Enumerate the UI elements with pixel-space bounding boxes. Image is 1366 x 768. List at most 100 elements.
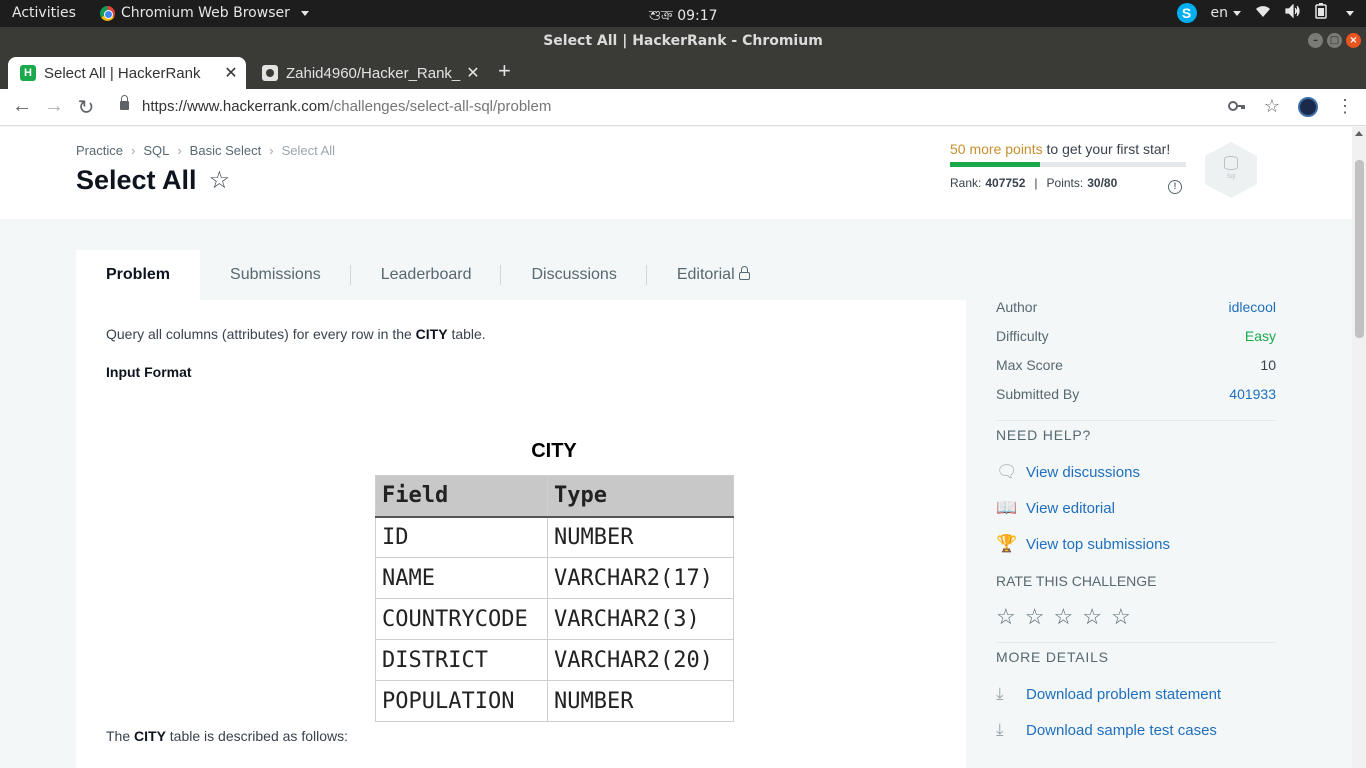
table-row: POPULATION NUMBER (375, 680, 734, 722)
browser-tab-hackerrank[interactable]: H Select All | HackerRank ✕ (8, 57, 246, 89)
city-table-title: CITY (531, 440, 577, 462)
view-top-submissions-link[interactable]: 🏆 View top submissions (996, 526, 1276, 562)
more-details-heading: MORE DETAILS (996, 642, 1276, 676)
scrollbar-thumb[interactable] (1355, 160, 1364, 338)
new-tab-plus-icon[interactable]: + (498, 60, 511, 82)
language-indicator[interactable]: en (1211, 5, 1241, 21)
maximize-icon[interactable]: □ (1327, 33, 1342, 48)
detail-difficulty: Difficulty Easy (996, 328, 1276, 357)
bookmark-star-icon[interactable]: ☆ (1264, 96, 1280, 117)
skype-icon[interactable]: S (1176, 3, 1197, 23)
rating-star-icon[interactable]: ☆ (1053, 604, 1073, 630)
rank-label: Rank: (950, 176, 982, 190)
lock-icon (738, 266, 750, 280)
submitted-by-link[interactable]: 401933 (1229, 386, 1276, 415)
download-sample-test-cases-link[interactable]: ⤓ Download sample test cases (996, 712, 1276, 748)
system-menu-chevron-icon[interactable] (1346, 10, 1354, 16)
clock[interactable]: শুক্র 09:17 (649, 4, 718, 28)
breadcrumb-basic-select[interactable]: Basic Select (190, 143, 262, 158)
wifi-icon[interactable] (1255, 4, 1271, 22)
breadcrumb-sql[interactable]: SQL (143, 143, 169, 158)
sql-badge[interactable]: Sql (1205, 142, 1257, 198)
progress-bar (950, 162, 1186, 167)
download-label: Download problem statement (1026, 685, 1222, 703)
intro-table-name: CITY (415, 326, 448, 342)
field-cell: NAME (375, 557, 548, 599)
detail-max-score: Max Score 10 (996, 357, 1276, 386)
battery-icon[interactable] (1315, 3, 1327, 23)
system-tray[interactable]: S en (1176, 3, 1354, 23)
points-needed: 50 more points (950, 141, 1043, 157)
forward-arrow-icon[interactable]: → (42, 95, 66, 118)
download-icon: ⤓ (996, 720, 1004, 739)
system-top-bar: Activities Chromium Web Browser শুক্র 09… (0, 0, 1366, 27)
menu-kebab-icon[interactable]: ⋮ (1336, 96, 1354, 117)
tab-editorial[interactable]: Editorial (647, 250, 780, 300)
rating-star-icon[interactable]: ☆ (1111, 604, 1131, 630)
field-cell: ID (375, 516, 548, 558)
table-description: The CITY table is described as follows: (106, 728, 348, 744)
key-icon[interactable] (1227, 96, 1246, 117)
lock-icon[interactable] (120, 95, 129, 110)
chevron-right-icon: › (130, 143, 136, 158)
address-bar[interactable]: https://www.hackerrank.com/challenges/se… (142, 98, 551, 115)
profile-avatar[interactable] (1298, 96, 1318, 117)
close-tab-icon[interactable]: ✕ (220, 63, 242, 83)
need-help-heading: NEED HELP? (996, 420, 1276, 454)
view-editorial-link[interactable]: 📖 View editorial (996, 490, 1276, 526)
back-arrow-icon[interactable]: ← (10, 95, 34, 118)
badge-label: Sql (1226, 174, 1236, 180)
app-menu[interactable]: Chromium Web Browser (100, 5, 309, 21)
minimize-icon[interactable]: – (1308, 33, 1323, 48)
rating-star-icon[interactable]: ☆ (996, 604, 1016, 630)
type-cell: VARCHAR2(17) (547, 557, 734, 599)
volume-icon[interactable] (1285, 3, 1301, 22)
activities-button[interactable]: Activities (12, 5, 76, 21)
challenge-tabs: Problem Submissions Leaderboard Discussi… (76, 250, 780, 300)
progress-bar-fill (950, 162, 1040, 167)
view-discussions-link[interactable]: 🗨 View discussions (996, 454, 1276, 490)
bookmark-star-icon[interactable]: ☆ (209, 166, 231, 195)
tab-discussions[interactable]: Discussions (501, 250, 648, 300)
challenge-header: Practice › SQL › Basic Select › Select A… (0, 127, 1352, 219)
desc-pre: The (106, 728, 135, 744)
table-row: ID NUMBER (375, 516, 734, 558)
desc-table-name: CITY (134, 728, 166, 744)
author-link[interactable]: idlecool (1229, 299, 1276, 328)
chevron-down-icon (300, 10, 309, 16)
window-controls: – □ × (1308, 33, 1361, 48)
points-value: 30/80 (1087, 176, 1118, 190)
book-icon: 📖 (996, 498, 1018, 517)
breadcrumb-current: Select All (281, 143, 336, 158)
input-format-heading: Input Format (106, 364, 192, 380)
page-scrollbar[interactable] (1352, 127, 1366, 768)
github-favicon-icon (262, 65, 278, 81)
table-row: DISTRICT VARCHAR2(20) (375, 639, 734, 681)
column-header-type: Type (547, 475, 734, 518)
reload-icon[interactable]: ↻ (74, 95, 98, 120)
chat-icon: 🗨 (996, 462, 1018, 481)
browser-tab-strip: H Select All | HackerRank ✕ Zahid4960/Ha… (0, 55, 1366, 89)
info-icon[interactable]: ! (1168, 180, 1182, 194)
type-cell: VARCHAR2(3) (547, 598, 734, 640)
chevron-right-icon: › (177, 143, 182, 158)
tab-submissions[interactable]: Submissions (200, 250, 351, 300)
tab-leaderboard[interactable]: Leaderboard (351, 250, 502, 300)
close-tab-icon[interactable]: ✕ (462, 63, 484, 83)
tab-problem[interactable]: Problem (76, 250, 201, 300)
browser-tab-github[interactable]: Zahid4960/Hacker_Rank_ ✕ (250, 57, 488, 89)
rating-stars: ☆ ☆ ☆ ☆ ☆ (996, 597, 1276, 637)
rating-star-icon[interactable]: ☆ (1082, 604, 1102, 630)
download-label: Download sample test cases (1026, 721, 1217, 739)
column-header-field: Field (375, 475, 548, 518)
download-icon: ⤓ (996, 684, 1004, 703)
rating-star-icon[interactable]: ☆ (1025, 604, 1045, 630)
close-icon[interactable]: × (1346, 33, 1361, 48)
field-cell: COUNTRYCODE (375, 598, 548, 640)
scroll-up-arrow-icon[interactable] (1355, 131, 1363, 136)
toolbar-actions: ☆ ⋮ (1227, 96, 1354, 117)
download-problem-statement-link[interactable]: ⤓ Download problem statement (996, 676, 1276, 712)
breadcrumb-practice[interactable]: Practice (76, 143, 123, 158)
tab-editorial-label: Editorial (676, 266, 735, 283)
intro-pre: Query all columns (attributes) for every… (106, 326, 416, 342)
